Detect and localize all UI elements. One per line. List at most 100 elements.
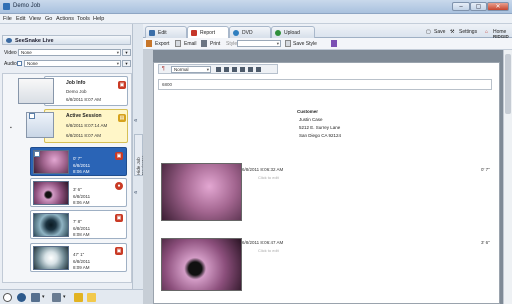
align-center-icon[interactable] — [232, 67, 237, 72]
record-icon[interactable] — [3, 293, 12, 302]
media-item[interactable]: 47' 1" 6/8/2011 8:09 AM ▣ — [30, 243, 127, 272]
save-icon[interactable]: ▢ — [426, 29, 431, 35]
seesnake-live-header[interactable]: SeeSnake Live — [2, 35, 131, 45]
edit-icon — [149, 30, 155, 36]
item-distance: 3' 6" — [73, 187, 82, 192]
collapse-icon[interactable]: « — [134, 118, 137, 124]
align-left-icon[interactable] — [224, 67, 229, 72]
style-brush-icon[interactable] — [331, 40, 337, 47]
paragraph-icon[interactable]: ¶ — [162, 66, 165, 72]
minimize-button[interactable]: – — [452, 2, 470, 11]
media-thumbnail — [33, 213, 69, 237]
chevron-down-icon[interactable]: ▾ — [63, 294, 66, 300]
customer-street: 5212 E. Surrey Lane — [299, 125, 341, 130]
upload-icon — [275, 30, 281, 36]
chevron-down-icon[interactable]: ▾ — [42, 294, 45, 300]
hide-navigator-tab[interactable]: Hide Job Navigator — [134, 134, 146, 176]
tag-icon[interactable] — [52, 293, 61, 302]
observation-image[interactable] — [161, 163, 242, 221]
bottom-toolbar: ▾ ▾ — [0, 289, 143, 304]
collapse-icon[interactable]: « — [134, 190, 137, 196]
job-info-title: Job Info — [66, 80, 86, 86]
scrollbar-thumb[interactable] — [505, 54, 511, 114]
camera-icon[interactable] — [17, 293, 26, 302]
audio-checkbox[interactable] — [17, 61, 22, 66]
session-badge-icon[interactable]: ▤ — [118, 114, 126, 122]
video-label: Video — [4, 50, 17, 56]
menu-help[interactable]: Help — [93, 16, 104, 22]
report-title-field[interactable]: 6800 — [158, 79, 492, 90]
media-checkbox[interactable] — [34, 151, 40, 157]
home-icon[interactable]: ⌂ — [485, 29, 488, 35]
dvd-icon — [233, 30, 239, 36]
wrench-icon[interactable]: ⚒ — [450, 29, 454, 35]
media-item[interactable]: 3' 6" 6/8/2011 8:06 AM ● — [30, 178, 127, 207]
save-button[interactable]: Save — [434, 29, 445, 35]
delete-icon[interactable]: ▣ — [118, 81, 126, 89]
menu-actions[interactable]: Actions — [56, 16, 74, 22]
observation-image[interactable] — [161, 238, 242, 291]
photo-badge-icon: ▣ — [115, 152, 123, 160]
save-style-icon — [285, 40, 291, 47]
bold-icon[interactable] — [216, 67, 221, 72]
image-icon[interactable] — [256, 67, 261, 72]
chevron-down-icon: ▾ — [276, 41, 279, 46]
media-item[interactable]: 7' 8" 6/8/2011 8:08 AM ▣ — [30, 210, 127, 239]
email-button[interactable]: Email — [184, 41, 197, 47]
vertical-scrollbar[interactable] — [503, 50, 512, 304]
photo-badge-icon: ▣ — [115, 214, 123, 222]
star-icon[interactable] — [87, 293, 96, 302]
observation-note[interactable]: Click to edit — [258, 248, 279, 253]
audio-browse-button[interactable]: ▾ — [122, 60, 131, 67]
menu-edit[interactable]: Edit — [16, 16, 25, 22]
chevron-down-icon: ▾ — [116, 50, 119, 55]
close-button[interactable]: ✕ — [487, 2, 509, 11]
item-time: 8:08 AM — [73, 232, 90, 237]
chevron-down-icon: ▾ — [116, 61, 119, 66]
tab-upload[interactable]: Upload — [271, 26, 315, 38]
maximize-button[interactable]: ▢ — [470, 2, 487, 11]
observation-time: 6/8/2011 8:06:47 AM — [242, 240, 284, 245]
paragraph-style-select[interactable]: Normal ▾ — [171, 66, 211, 73]
align-right-icon[interactable] — [240, 67, 245, 72]
tab-report[interactable]: Report — [187, 26, 229, 38]
item-distance: 0' 7" — [73, 156, 82, 161]
job-info-card[interactable]: Job Info Demo Job 6/8/2011 8:07 AM ▣ — [44, 76, 128, 106]
menu-tools[interactable]: Tools — [77, 16, 90, 22]
report-title-text: 6800 — [162, 82, 173, 87]
settings-button[interactable]: Settings — [459, 29, 477, 35]
print-icon — [201, 40, 207, 47]
chevron-down-icon: ▾ — [206, 67, 209, 72]
link-icon[interactable] — [248, 67, 253, 72]
media-thumbnail — [33, 181, 69, 205]
item-date: 6/8/2011 — [73, 259, 91, 264]
style-select[interactable]: ▾ — [237, 40, 281, 47]
tab-report-label: Report — [200, 30, 216, 36]
audio-label: Audio — [4, 61, 17, 67]
folder-icon[interactable] — [74, 293, 83, 302]
video-select[interactable]: None ▾ — [18, 49, 121, 56]
observation-note[interactable]: Click to edit — [258, 175, 279, 180]
session-date: 6/8/2011 8:07 AM — [66, 133, 101, 138]
active-session-card[interactable]: Active Session 6/8/2011 8:07:14 AM 6/8/2… — [44, 109, 128, 143]
report-icon — [191, 30, 197, 36]
save-style-button[interactable]: Save Style — [293, 41, 317, 47]
media-item-selected[interactable]: 0' 7" 6/8/2011 8:06 AM ▣ — [30, 147, 127, 176]
style-label: Style — [226, 41, 238, 47]
video-browse-button[interactable]: ▾ — [122, 49, 131, 56]
menu-go[interactable]: Go — [45, 16, 52, 22]
item-date: 6/8/2011 — [73, 163, 91, 168]
paragraph-style-value: Normal — [174, 67, 189, 72]
list-view-icon[interactable] — [31, 293, 40, 302]
tab-edit[interactable]: Edit — [145, 26, 187, 38]
expand-icon[interactable]: ▪ — [10, 125, 12, 131]
menu-view[interactable]: View — [29, 16, 41, 22]
session-checkbox[interactable] — [29, 113, 35, 119]
audio-select[interactable]: None ▾ — [24, 60, 121, 67]
format-toolbar: ¶ Normal ▾ — [158, 64, 278, 74]
tab-dvd[interactable]: DVD — [229, 26, 271, 38]
menu-file[interactable]: File — [3, 16, 12, 22]
email-icon — [175, 40, 181, 47]
export-button[interactable]: Export — [155, 41, 169, 47]
print-button[interactable]: Print — [210, 41, 220, 47]
